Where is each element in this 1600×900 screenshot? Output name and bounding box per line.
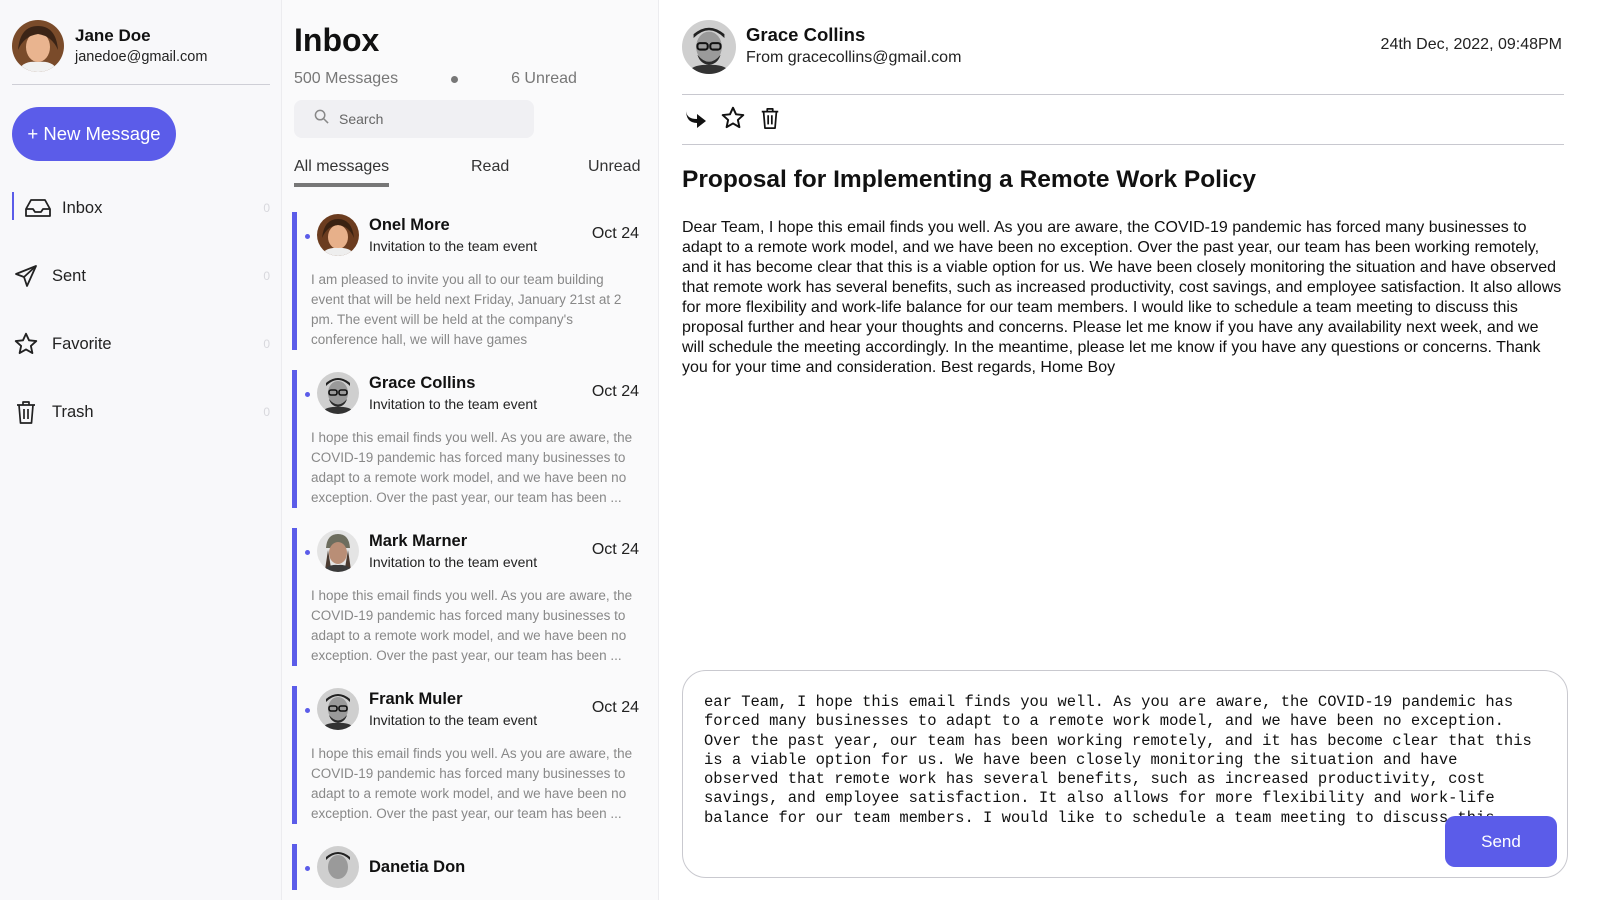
send-icon: [12, 262, 40, 290]
tab-read[interactable]: Read: [471, 158, 509, 176]
search-box[interactable]: [294, 100, 534, 138]
inbox-stats: 500 Messages 6 Unread: [294, 70, 584, 88]
email-body: Dear Team, I hope this email finds you w…: [682, 219, 1562, 376]
tab-unread[interactable]: Unread: [588, 158, 640, 176]
sidebar-divider: [12, 84, 270, 85]
sidebar-nav: Inbox 0 Sent 0 Favorite 0 Trash 0: [12, 174, 270, 446]
unread-indicator: [305, 708, 310, 713]
unread-indicator: [305, 234, 310, 239]
message-preview: I hope this email finds you well. As you…: [311, 588, 633, 663]
message-preview: I hope this email finds you well. As you…: [311, 430, 633, 505]
sidebar-item-count: 0: [263, 337, 270, 351]
star-icon[interactable]: [719, 104, 747, 132]
user-name: Jane Doe: [75, 26, 151, 45]
message-item[interactable]: Danetia Don: [292, 844, 647, 890]
user-avatar: [12, 20, 64, 72]
message-count: 500 Messages: [294, 70, 399, 87]
unread-count: 6 Unread: [511, 70, 577, 87]
new-message-button[interactable]: + New Message: [12, 107, 176, 161]
tab-all-messages[interactable]: All messages: [294, 158, 390, 187]
sidebar-item-count: 0: [263, 201, 270, 215]
reply-box: ear Team, I hope this email finds you we…: [682, 670, 1568, 878]
message-date: Oct 24: [591, 383, 639, 400]
sender-avatar: [317, 688, 359, 730]
sender-email: From gracecollins@gmail.com: [746, 49, 962, 66]
unread-indicator: [305, 392, 310, 397]
search-icon: [314, 109, 329, 129]
trash-icon[interactable]: [756, 104, 784, 132]
message-item[interactable]: Grace Collins Invitation to the team eve…: [292, 370, 647, 508]
trash-icon: [12, 398, 40, 426]
sender-avatar: [317, 372, 359, 414]
message-subject: Invitation to the team event: [369, 712, 538, 728]
sender-avatar: [317, 530, 359, 572]
send-button[interactable]: Send: [1445, 816, 1557, 867]
message-list-panel: Inbox 500 Messages 6 Unread All messages…: [282, 0, 659, 900]
email-subject: Proposal for Implementing a Remote Work …: [682, 166, 1257, 193]
email-header: Grace Collins From gracecollins@gmail.co…: [682, 20, 1562, 75]
user-profile[interactable]: Jane Doe janedoe@gmail.com: [12, 20, 207, 72]
message-date: Oct 24: [591, 699, 639, 716]
sender-avatar: [682, 20, 736, 74]
message-list: Onel More Invitation to the team event O…: [292, 212, 647, 900]
message-preview: I am pleased to invite you all to our te…: [311, 272, 622, 347]
message-subject: Invitation to the team event: [369, 396, 538, 412]
sidebar-item-label: Favorite: [52, 334, 112, 353]
message-item[interactable]: Onel More Invitation to the team event O…: [292, 212, 647, 350]
page-title: Inbox: [294, 22, 380, 58]
message-date: Oct 24: [591, 225, 639, 242]
message-item[interactable]: Mark Marner Invitation to the team event…: [292, 528, 647, 666]
header-divider: [682, 94, 1564, 95]
star-icon: [12, 330, 40, 358]
sidebar-item-count: 0: [263, 405, 270, 419]
search-input[interactable]: [339, 111, 519, 127]
sidebar-item-trash[interactable]: Trash 0: [12, 378, 270, 446]
email-date: 24th Dec, 2022, 09:48PM: [1380, 36, 1562, 53]
sidebar-item-label: Sent: [52, 266, 86, 285]
inbox-icon: [24, 194, 52, 222]
sender-name: Mark Marner: [369, 532, 468, 550]
message-subject: Invitation to the team event: [369, 238, 538, 254]
sender-name: Frank Muler: [369, 690, 463, 708]
reading-pane: Grace Collins From gracecollins@gmail.co…: [660, 0, 1600, 900]
sidebar-item-sent[interactable]: Sent 0: [12, 242, 270, 310]
sender-avatar: [317, 846, 359, 888]
message-item[interactable]: Frank Muler Invitation to the team event…: [292, 686, 647, 824]
actions-divider: [682, 144, 1564, 145]
message-subject: Invitation to the team event: [369, 554, 538, 570]
reply-icon[interactable]: [682, 104, 710, 132]
sender-name: Danetia Don: [369, 858, 466, 876]
user-email: janedoe@gmail.com: [75, 49, 208, 65]
unread-indicator: [305, 550, 310, 555]
sender-name: Grace Collins: [369, 374, 476, 392]
message-preview: I hope this email finds you well. As you…: [311, 746, 633, 821]
sender-name: Grace Collins: [746, 24, 866, 45]
email-actions: [682, 104, 793, 132]
sidebar-item-label: Inbox: [62, 198, 103, 217]
sidebar-item-count: 0: [263, 269, 270, 283]
sidebar: Jane Doe janedoe@gmail.com + New Message…: [0, 0, 282, 900]
sidebar-item-favorite[interactable]: Favorite 0: [12, 310, 270, 378]
unread-indicator: [305, 866, 310, 871]
sidebar-item-inbox[interactable]: Inbox 0: [12, 174, 270, 242]
sidebar-item-label: Trash: [52, 402, 94, 421]
sender-avatar: [317, 214, 359, 256]
message-date: Oct 24: [591, 541, 639, 558]
reply-textarea[interactable]: ear Team, I hope this email finds you we…: [704, 693, 1534, 827]
separator-dot: [451, 75, 459, 83]
sender-name: Onel More: [369, 216, 450, 234]
message-filter-tabs: All messages Read Unread: [294, 158, 648, 194]
